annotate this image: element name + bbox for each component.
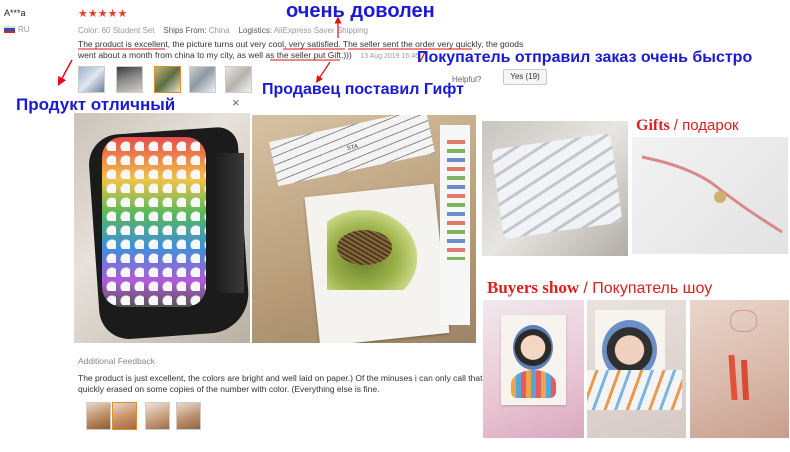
color-value: 60 Student Set bbox=[101, 26, 155, 35]
reviewer-name: A***a bbox=[4, 8, 26, 18]
review-thumbnail[interactable] bbox=[225, 66, 252, 93]
annotation-seller-sent: Покупатель отправил заказ очень быстро bbox=[417, 49, 753, 66]
annotation-product-excellent: Продукт отличный bbox=[16, 95, 176, 114]
review-thumbnail[interactable] bbox=[116, 66, 143, 93]
annotation-very-satisfied: очень доволен bbox=[286, 0, 435, 22]
buyers-photo-markers[interactable] bbox=[587, 300, 686, 438]
feedback-thumbnail[interactable] bbox=[86, 402, 111, 430]
feedback-thumbnail-selected[interactable] bbox=[112, 402, 137, 430]
ships-label: Ships From: bbox=[163, 26, 207, 35]
logistics-value: AliExpress Saver Shipping bbox=[273, 26, 368, 35]
side-photo-pens-pack[interactable] bbox=[482, 121, 628, 256]
country-flag-icon bbox=[4, 26, 15, 33]
gifts-heading: Gifts / подарок bbox=[636, 117, 739, 135]
additional-text-line2: quickly erased on some copies of the num… bbox=[78, 384, 380, 394]
reviewer-country: RU bbox=[18, 25, 30, 34]
review-text-line2: went about a month from china to my city… bbox=[78, 50, 352, 60]
gifts-heading-ru: / подарок bbox=[673, 117, 739, 134]
additional-feedback-title: Additional Feedback bbox=[78, 356, 156, 366]
buyers-show-heading: Buyers show / Покупатель шоу bbox=[487, 278, 712, 298]
buyers-heading-en: Buyers show bbox=[487, 278, 580, 297]
bracelet-illustration bbox=[641, 155, 783, 234]
review-date: 13 Aug 2019 16:46 bbox=[360, 53, 419, 60]
close-icon[interactable]: × bbox=[232, 96, 240, 109]
logistics-label: Logistics: bbox=[238, 26, 272, 35]
additional-feedback-text: The product is just excellent, the color… bbox=[78, 373, 483, 395]
review-thumbnail[interactable] bbox=[78, 66, 105, 93]
side-photo-gift-bracelet[interactable] bbox=[632, 137, 788, 254]
helpful-yes-button[interactable]: Yes (19) bbox=[503, 69, 547, 85]
rating-stars: ★★★★★ bbox=[78, 8, 128, 20]
buyers-photo-hand-swatches[interactable] bbox=[690, 300, 789, 438]
review-thumbnail[interactable] bbox=[189, 66, 216, 93]
buyers-heading-ru: / Покупатель шоу bbox=[583, 280, 713, 297]
buyers-photo-geisha[interactable] bbox=[483, 300, 584, 438]
feedback-thumbnail[interactable] bbox=[145, 402, 170, 430]
additional-text-line1: The product is just excellent, the color… bbox=[78, 373, 483, 383]
feedback-thumbnail[interactable] bbox=[176, 402, 201, 430]
ships-value: China bbox=[208, 26, 230, 35]
arrow-product bbox=[57, 59, 73, 86]
arrow-gift bbox=[316, 61, 331, 83]
review-photo-hedgehog[interactable]: STA bbox=[252, 115, 476, 343]
review-meta: Color: 60 Student Set Ships From: China … bbox=[78, 26, 368, 35]
gifts-heading-en: Gifts bbox=[636, 117, 670, 134]
review-photo-marker-case[interactable] bbox=[74, 113, 250, 343]
review-thumbnail-selected[interactable] bbox=[154, 66, 181, 93]
color-label: Color: bbox=[78, 26, 100, 35]
annotation-seller-gift: Продавец поставил Гифт bbox=[262, 81, 464, 98]
